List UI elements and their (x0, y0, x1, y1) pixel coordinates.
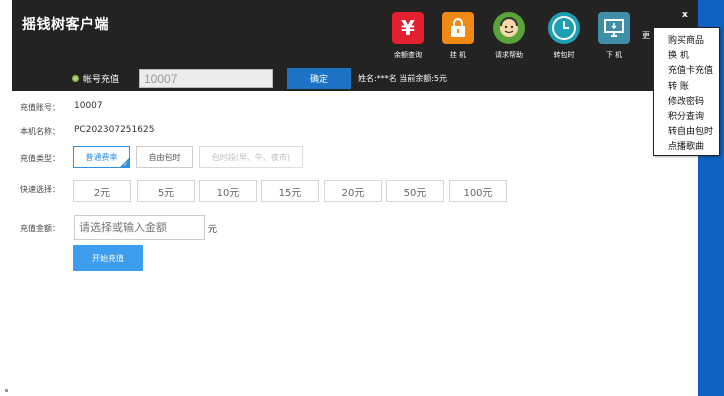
quick-amount-button[interactable]: 2元 (73, 180, 131, 202)
logout-button[interactable]: 下 机 (590, 12, 638, 70)
type-time-slot[interactable]: 包时段(早、午、夜市) (199, 146, 303, 168)
account-info: 姓名:***名 当前余额:5元 (358, 74, 448, 83)
start-recharge-button[interactable]: 开始充值 (73, 245, 143, 271)
check-icon: ✓ (122, 161, 128, 168)
lock-screen-button[interactable]: 挂 机 (434, 12, 482, 70)
balance-query-label: 余额查询 (394, 51, 422, 59)
switch-package-label: 转包时 (553, 51, 575, 59)
menu-item-buy-goods[interactable]: 购买商品 (654, 34, 719, 49)
menu-item-free-package[interactable]: 转自由包时 (654, 125, 719, 140)
menu-item-card-recharge[interactable]: 充值卡充值 (654, 64, 719, 79)
recharge-account-value: 10007 (74, 101, 103, 111)
recharge-account-label: 充值账号： (20, 103, 60, 112)
account-recharge-radio[interactable] (72, 75, 79, 82)
type-free-package[interactable]: 自由包时 (136, 146, 193, 168)
switch-package-button[interactable]: 转包时 (540, 12, 588, 70)
balance-query-button[interactable]: ¥ 余额查询 (384, 12, 432, 70)
monitor-icon (598, 12, 630, 44)
type-normal-rate-label: 普通费率 (85, 152, 118, 162)
account-input[interactable] (139, 69, 273, 88)
quick-amount-button[interactable]: 20元 (324, 180, 382, 202)
logout-label: 下 机 (605, 51, 623, 59)
quick-amount-button[interactable]: 100元 (449, 180, 507, 202)
machine-name-label: 本机名称： (20, 127, 60, 136)
clock-icon (548, 12, 580, 44)
menu-item-change-password[interactable]: 修改密码 (654, 95, 719, 110)
app-title: 摇钱树客户端 (22, 17, 109, 33)
amount-input[interactable] (74, 215, 205, 240)
recharge-amount-label: 充值金额： (20, 224, 60, 233)
quick-amount-button[interactable]: 50元 (386, 180, 444, 202)
context-menu: 购买商品 换 机 充值卡充值 转 账 修改密码 积分查询 转自由包时 点播歌曲 (653, 27, 720, 156)
request-help-label: 请求帮助 (495, 51, 523, 59)
unit-label: 元 (208, 225, 218, 235)
help-icon (493, 12, 525, 44)
more-label: 更 (642, 31, 650, 40)
machine-name-value: PC202307251625 (74, 125, 155, 135)
quick-amount-button[interactable]: 10元 (199, 180, 257, 202)
yuan-icon: ¥ (392, 12, 424, 44)
quick-select-label: 快速选择： (20, 185, 60, 194)
type-normal-rate[interactable]: 普通费率 ✓ (73, 146, 130, 168)
quick-amount-button[interactable]: 5元 (137, 180, 195, 202)
request-help-button[interactable]: 请求帮助 (485, 12, 533, 70)
lock-screen-label: 挂 机 (449, 51, 467, 59)
lock-icon (442, 12, 474, 44)
menu-item-change-machine[interactable]: 换 机 (654, 49, 719, 64)
quick-amount-button[interactable]: 15元 (261, 180, 319, 202)
menu-item-transfer[interactable]: 转 账 (654, 80, 719, 95)
menu-item-points-query[interactable]: 积分查询 (654, 110, 719, 125)
menu-item-song-request[interactable]: 点播歌曲 (654, 140, 719, 155)
recharge-type-label: 充值类型： (20, 154, 60, 163)
account-recharge-label: 帐号充值 (83, 75, 120, 85)
close-icon[interactable]: x (682, 10, 688, 20)
corner-marker (5, 389, 8, 392)
confirm-button[interactable]: 确定 (287, 68, 351, 89)
